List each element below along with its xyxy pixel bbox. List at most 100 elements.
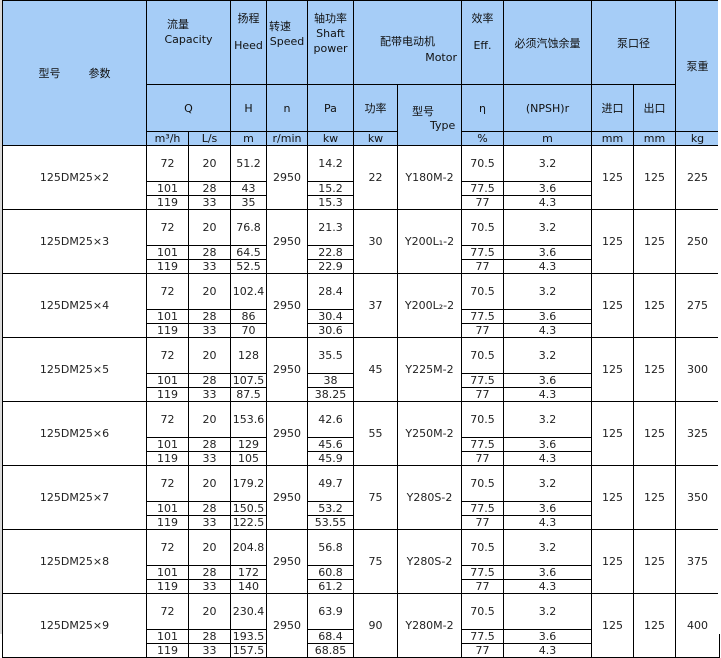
motor-type-cn: 型号	[412, 105, 434, 118]
flow-ls-cell: 28	[188, 501, 231, 516]
flow-m3h-cell: 72	[146, 273, 189, 310]
table-row: 125DM25×8 72 20 204.8 2950 56.8 75 Y280S-2 70.5 3…	[2, 529, 720, 594]
head-cell: 52.5	[230, 259, 267, 274]
efficiency-cell: 77.5	[461, 501, 504, 516]
motor-type-cell: Y200L₂-2	[397, 273, 462, 338]
shaft-power-cell: 35.5	[307, 337, 354, 374]
unit-shaft-power: kw	[307, 131, 354, 146]
efficiency-cell: 77	[461, 451, 504, 466]
speed-cell: 2950	[266, 465, 308, 530]
npsh-cell: 3.2	[503, 401, 592, 438]
efficiency-symbol: η	[461, 84, 504, 132]
model-cell: 125DM25×9	[2, 593, 147, 658]
flow-m3h-cell: 119	[146, 323, 189, 338]
shaft-power-cell: 63.9	[307, 593, 354, 630]
shaft-power-cell: 56.8	[307, 529, 354, 566]
motor-header: 配带电动机 Motor	[353, 0, 462, 85]
head-cell: 128	[230, 337, 267, 374]
unit-motor-power: kw	[353, 131, 398, 146]
flow-ls-cell: 28	[188, 565, 231, 580]
table-row: 125DM25×9 72 20 230.4 2950 63.9 90 Y280M-2 70.5 3…	[2, 593, 720, 658]
flow-ls-cell: 33	[188, 643, 231, 658]
shaft-power-cell: 45.6	[307, 437, 354, 452]
flow-ls-cell: 33	[188, 195, 231, 210]
efficiency-cell: 70.5	[461, 401, 504, 438]
speed-cell: 2950	[266, 593, 308, 658]
flow-m3h-cell: 72	[146, 465, 189, 502]
speed-cell: 2950	[266, 273, 308, 338]
motor-power-cell: 30	[353, 209, 398, 274]
shaft-power-cell: 28.4	[307, 273, 354, 310]
speed-symbol: n	[266, 84, 308, 132]
head-cell: 140	[230, 579, 267, 594]
efficiency-cell: 70.5	[461, 209, 504, 246]
head-cell: 70	[230, 323, 267, 338]
outlet-cell: 125	[633, 593, 676, 658]
pump-spec-table: 型号 参数 流量 Capacity 扬程 Heed 转速 Speed 轴功率 Sh…	[2, 0, 720, 658]
weight-cell: 300	[675, 337, 720, 402]
flow-ls-cell: 20	[188, 209, 231, 246]
param-label: 参数	[88, 67, 111, 80]
capacity-en: Capacity	[164, 33, 213, 46]
motor-type-cell: Y250M-2	[397, 401, 462, 466]
head-cell: 43	[230, 181, 267, 196]
motor-type-cell: Y280S-2	[397, 529, 462, 594]
shaft-power-cell: 14.2	[307, 145, 354, 182]
efficiency-cell: 70.5	[461, 529, 504, 566]
unit-efficiency: %	[461, 131, 504, 146]
head-cell: 193.5	[230, 629, 267, 644]
head-symbol: H	[230, 84, 267, 132]
unit-ls: L/s	[188, 131, 231, 146]
flow-ls-cell: 33	[188, 259, 231, 274]
weight-cell: 375	[675, 529, 720, 594]
table-row: 125DM25×4 72 20 102.4 2950 28.4 37 Y200L₂-2 70.5…	[2, 273, 720, 338]
inlet-cell: 125	[591, 401, 634, 466]
efficiency-en: Eff.	[473, 39, 492, 52]
inlet-label: 进口	[591, 84, 634, 132]
weight-cell: 225	[675, 145, 720, 210]
weight-header: 泵重	[675, 0, 720, 132]
spreadsheet: 型号 参数 流量 Capacity 扬程 Heed 转速 Speed 轴功率 Sh…	[0, 0, 721, 658]
flow-m3h-cell: 119	[146, 515, 189, 530]
outlet-label: 出口	[633, 84, 676, 132]
flow-ls-cell: 28	[188, 629, 231, 644]
shaft-power-cell: 61.2	[307, 579, 354, 594]
shaft-power-cell: 45.9	[307, 451, 354, 466]
model-cell: 125DM25×7	[2, 465, 147, 530]
motor-power-cell: 37	[353, 273, 398, 338]
capacity-symbol: Q	[146, 84, 231, 132]
flow-ls-cell: 20	[188, 145, 231, 182]
speed-cell: 2950	[266, 529, 308, 594]
efficiency-header: 效率 Eff.	[461, 0, 504, 85]
efficiency-cell: 77	[461, 579, 504, 594]
motor-power-cell: 45	[353, 337, 398, 402]
head-header: 扬程 Heed	[230, 0, 267, 85]
motor-power-cell: 75	[353, 465, 398, 530]
npsh-cell: 3.6	[503, 437, 592, 452]
efficiency-cell: 77	[461, 515, 504, 530]
flow-m3h-cell: 72	[146, 209, 189, 246]
shaft-power-cell: 22.8	[307, 245, 354, 260]
efficiency-cell: 77.5	[461, 245, 504, 260]
table-row: 125DM25×2 72 20 51.2 2950 14.2 22 Y180M-2 70.5 3.…	[2, 145, 720, 210]
outlet-cell: 125	[633, 401, 676, 466]
table-row: 125DM25×3 72 20 76.8 2950 21.3 30 Y200L₁-2 70.5 3…	[2, 209, 720, 274]
head-cell: 157.5	[230, 643, 267, 658]
npsh-cell: 3.6	[503, 181, 592, 196]
flow-m3h-cell: 119	[146, 387, 189, 402]
efficiency-cell: 70.5	[461, 593, 504, 630]
head-cell: 129	[230, 437, 267, 452]
motor-cn: 配带电动机	[380, 34, 435, 48]
motor-type-en: Type	[430, 119, 456, 132]
outlet-cell: 125	[633, 337, 676, 402]
efficiency-cell: 70.5	[461, 273, 504, 310]
speed-cn: 转速	[269, 20, 291, 33]
flow-m3h-cell: 101	[146, 245, 189, 260]
head-cell: 51.2	[230, 145, 267, 182]
model-param-header: 型号 参数	[2, 0, 147, 146]
npsh-cell: 4.3	[503, 515, 592, 530]
unit-head: m	[230, 131, 267, 146]
efficiency-cell: 77.5	[461, 629, 504, 644]
flow-m3h-cell: 119	[146, 579, 189, 594]
speed-cell: 2950	[266, 145, 308, 210]
